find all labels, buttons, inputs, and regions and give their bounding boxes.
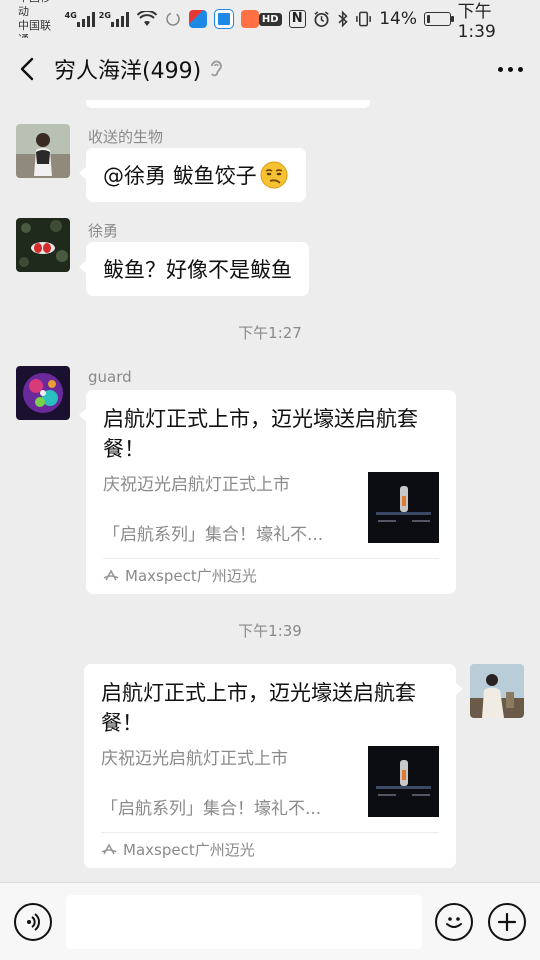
sync-icon	[166, 12, 180, 26]
message-bubble[interactable]: @徐勇 鲅鱼饺子	[79, 148, 306, 202]
link-card-body: 庆祝迈光启航灯正式上市 「启航系列」集合！壕礼不...	[103, 472, 439, 545]
message-text: 鲅鱼？好像不是鲅鱼	[103, 258, 292, 282]
back-button[interactable]	[0, 38, 54, 100]
timestamp: 下午1:39	[238, 622, 302, 640]
status-time: 下午1:39	[457, 1, 496, 42]
link-card-source: Maxspect广州迈光	[101, 832, 439, 866]
status-bar: 中国移动 中国联通 4G 2G HD N	[0, 0, 540, 46]
signal-strength-2-icon	[110, 11, 129, 27]
battery-icon	[423, 12, 454, 26]
avatar[interactable]	[16, 366, 70, 420]
signal-strength-1-icon	[76, 11, 95, 27]
sender-name: 徐勇	[88, 222, 119, 240]
link-card-title: 启航灯正式上市，迈光壕送启航套餐！	[103, 407, 418, 461]
app-notification-icon	[188, 10, 207, 28]
link-card-source: Maxspect广州迈光	[103, 558, 439, 592]
sender-name: guard	[88, 368, 132, 386]
vibrate-icon	[356, 11, 372, 27]
message-bubble[interactable]: 鲅鱼？好像不是鲅鱼	[79, 242, 309, 296]
avatar[interactable]	[16, 124, 70, 178]
emoji-button[interactable]	[435, 903, 473, 941]
voice-button[interactable]	[14, 903, 52, 941]
message-bubble-partial[interactable]	[86, 100, 370, 108]
link-card-title: 启航灯正式上市，迈光壕送启航套餐！	[101, 681, 416, 735]
more-dots-icon	[497, 66, 503, 72]
avatar[interactable]	[470, 664, 524, 718]
network-type-2: 2G	[98, 10, 111, 20]
chat-header: 穷人海洋(499)	[0, 38, 540, 100]
link-card-desc-line1: 庆祝迈光启航灯正式上市	[101, 749, 288, 769]
smirk-face-icon	[260, 161, 288, 189]
link-card-desc-line1: 庆祝迈光启航灯正式上市	[103, 475, 290, 495]
message-text: @徐勇 鲅鱼饺子	[103, 164, 257, 188]
link-card-thumbnail	[368, 746, 439, 817]
chevron-left-icon	[20, 57, 34, 81]
link-card[interactable]: 启航灯正式上市，迈光壕送启航套餐！ 庆祝迈光启航灯正式上市 「启航系列」集合！壕…	[79, 390, 456, 594]
chat-area[interactable]: 收送的生物 @徐勇 鲅鱼饺子 徐勇 鲅鱼？好像不是鲅鱼 下午1:27 guard…	[0, 100, 540, 882]
link-card-description: 庆祝迈光启航灯正式上市 「启航系列」集合！壕礼不...	[101, 746, 368, 819]
plus-button[interactable]	[488, 903, 526, 941]
chat-title: 穷人海洋(499)	[54, 59, 202, 84]
timestamp: 下午1:27	[238, 324, 302, 342]
wifi-icon	[136, 11, 157, 26]
more-button[interactable]	[480, 38, 540, 100]
alarm-icon	[314, 11, 329, 27]
nfc-icon: N	[288, 10, 306, 28]
mini-program-icon	[103, 568, 119, 580]
voice-icon	[27, 913, 40, 931]
battery-percentage: 14%	[379, 9, 417, 29]
message-input[interactable]	[66, 895, 422, 949]
sender-name: 收送的生物	[88, 128, 164, 146]
app-notification-icon	[240, 10, 259, 28]
plus-icon	[497, 912, 517, 932]
link-card-description: 庆祝迈光启航灯正式上市 「启航系列」集合！壕礼不...	[103, 472, 368, 545]
link-card[interactable]: 启航灯正式上市，迈光壕送启航套餐！ 庆祝迈光启航灯正式上市 「启航系列」集合！壕…	[84, 664, 463, 868]
carrier-1: 中国移动	[18, 0, 51, 18]
link-card-thumbnail	[368, 472, 439, 543]
link-card-desc-line2: 「启航系列」集合！壕礼不...	[103, 525, 324, 545]
link-card-desc-line2: 「启航系列」集合！壕礼不...	[101, 799, 322, 819]
mini-program-icon	[101, 842, 117, 854]
link-card-body: 庆祝迈光启航灯正式上市 「启航系列」集合！壕礼不...	[101, 746, 439, 819]
network-type-1: 4G	[64, 10, 77, 20]
input-bar	[0, 882, 540, 960]
bluetooth-icon	[338, 10, 348, 28]
hd-icon: HD	[258, 12, 282, 26]
avatar[interactable]	[16, 218, 70, 272]
app-notification-icon	[214, 10, 233, 28]
ear-icon	[209, 59, 223, 79]
link-card-source-name: Maxspect广州迈光	[123, 841, 255, 859]
link-card-source-name: Maxspect广州迈光	[125, 567, 257, 585]
emoji-icon	[446, 917, 462, 928]
